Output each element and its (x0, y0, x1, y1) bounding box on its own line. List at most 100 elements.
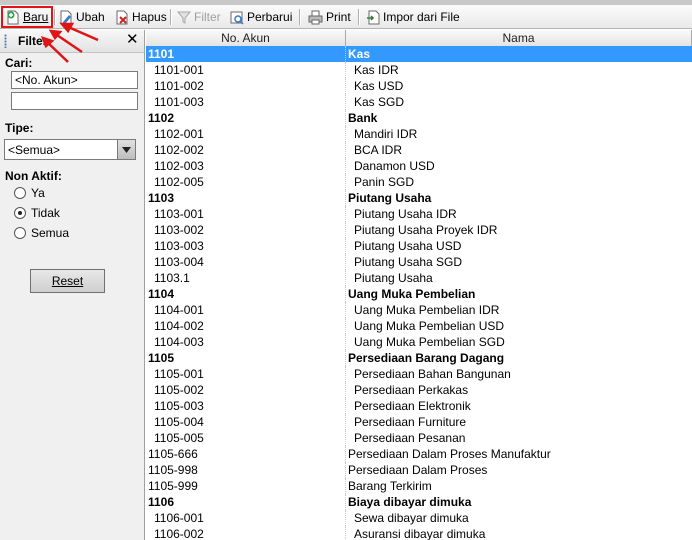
impor-label: Impor dari File (383, 10, 460, 24)
tipe-select[interactable]: <Semua> (4, 139, 136, 160)
table-row[interactable]: 1101-002 Kas USD (146, 78, 692, 94)
column-divider (345, 302, 346, 318)
cell-no-akun: 1105-004 (154, 415, 204, 429)
printer-icon (308, 10, 323, 25)
column-divider (345, 238, 346, 254)
radio-circle[interactable] (14, 187, 26, 199)
column-divider (345, 142, 346, 158)
column-divider (345, 318, 346, 334)
cell-no-akun: 1105 (148, 351, 175, 365)
cell-no-akun: 1101-001 (154, 63, 204, 77)
column-header-no-akun[interactable]: No. Akun (146, 30, 346, 46)
baru-highlight-box (1, 6, 53, 28)
cell-no-akun: 1102-005 (154, 175, 204, 189)
table-row[interactable]: 1104 Uang Muka Pembelian (146, 286, 692, 302)
radio-semua[interactable]: Semua (14, 226, 69, 240)
table-row[interactable]: 1103-002 Piutang Usaha Proyek IDR (146, 222, 692, 238)
cell-no-akun: 1105-002 (154, 383, 204, 397)
print-button[interactable]: Print (308, 7, 351, 27)
perbarui-button[interactable]: Perbarui (230, 7, 292, 27)
filter-panel: Filter ✕ Cari: <No. Akun> Tipe: <Semua> … (0, 30, 145, 540)
table-row[interactable]: 1106-002 Asuransi dibayar dimuka (146, 526, 692, 540)
cell-no-akun: 1105-005 (154, 431, 204, 445)
cell-no-akun: 1106-001 (154, 511, 204, 525)
radio-tidak-label: Tidak (31, 206, 60, 220)
cell-no-akun: 1101-003 (154, 95, 204, 109)
table-row[interactable]: 1105-998 Persediaan Dalam Proses (146, 462, 692, 478)
column-header-nama[interactable]: Nama (346, 30, 692, 46)
column-divider (345, 270, 346, 286)
hapus-button[interactable]: Hapus (115, 7, 167, 27)
cell-nama: Sewa dibayar dimuka (354, 511, 469, 525)
table-row[interactable]: 1102-005 Panin SGD (146, 174, 692, 190)
ubah-button[interactable]: Ubah (59, 7, 105, 27)
table-row[interactable]: 1105-001 Persediaan Bahan Bangunan (146, 366, 692, 382)
dropdown-button[interactable] (117, 140, 135, 159)
filter-title: Filter (18, 34, 48, 48)
cari-account-input[interactable]: <No. Akun> (11, 71, 138, 89)
table-row[interactable]: 1105 Persediaan Barang Dagang (146, 350, 692, 366)
table-row[interactable]: 1103-003 Piutang Usaha USD (146, 238, 692, 254)
toolbar-separator (358, 9, 360, 25)
table-row[interactable]: 1106-001 Sewa dibayar dimuka (146, 510, 692, 526)
column-divider (345, 62, 346, 78)
cell-no-akun: 1102-002 (154, 143, 204, 157)
cari-name-input[interactable] (11, 92, 138, 110)
cell-nama: Persediaan Elektronik (354, 399, 471, 413)
close-icon[interactable]: ✕ (126, 32, 139, 48)
impor-button[interactable]: Impor dari File (366, 7, 460, 27)
reset-button[interactable]: Reset (30, 269, 105, 293)
table-row[interactable]: 1105-005 Persediaan Pesanan (146, 430, 692, 446)
cell-nama: BCA IDR (354, 143, 403, 157)
radio-circle-checked[interactable] (14, 207, 26, 219)
cell-nama: Piutang Usaha SGD (354, 255, 463, 269)
table-row[interactable]: 1105-999 Barang Terkirim (146, 478, 692, 494)
table-row[interactable]: 1102 Bank (146, 110, 692, 126)
cell-nama: Persediaan Bahan Bangunan (354, 367, 511, 381)
table-row[interactable]: 1103-004 Piutang Usaha SGD (146, 254, 692, 270)
table-row[interactable]: 1102-002 BCA IDR (146, 142, 692, 158)
cell-no-akun: 1104 (148, 287, 175, 301)
cell-no-akun: 1101-002 (154, 79, 204, 93)
radio-tidak[interactable]: Tidak (14, 206, 60, 220)
table-row[interactable]: 1106 Biaya dibayar dimuka (146, 494, 692, 510)
grid-rows: 1101 Kas 1101-001 Kas IDR 1101-002 Kas USD 110… (146, 46, 692, 540)
table-row[interactable]: 1105-004 Persediaan Furniture (146, 414, 692, 430)
cell-nama: Persediaan Dalam Proses (348, 463, 488, 477)
grid-header: No. Akun Nama (146, 30, 692, 47)
table-row[interactable]: 1103.1 Piutang Usaha (146, 270, 692, 286)
table-row[interactable]: 1103-001 Piutang Usaha IDR (146, 206, 692, 222)
column-divider (345, 526, 346, 540)
table-row[interactable]: 1104-002 Uang Muka Pembelian USD (146, 318, 692, 334)
table-row[interactable]: 1105-003 Persediaan Elektronik (146, 398, 692, 414)
radio-ya[interactable]: Ya (14, 186, 45, 200)
cell-no-akun: 1104-001 (154, 303, 204, 317)
edit-document-icon (59, 10, 73, 25)
radio-circle[interactable] (14, 227, 26, 239)
table-row[interactable]: 1104-003 Uang Muka Pembelian SGD (146, 334, 692, 350)
cell-nama: Uang Muka Pembelian USD (354, 319, 505, 333)
column-divider (345, 494, 346, 510)
cell-no-akun: 1104-002 (154, 319, 204, 333)
column-divider (345, 78, 346, 94)
cell-nama: Kas SGD (354, 95, 405, 109)
cell-no-akun: 1103-001 (154, 207, 204, 221)
table-row[interactable]: 1105-002 Persediaan Perkakas (146, 382, 692, 398)
table-row[interactable]: 1105-666 Persediaan Dalam Proses Manufakt… (146, 446, 692, 462)
column-divider (345, 350, 346, 366)
drag-grip-icon[interactable] (4, 34, 7, 48)
table-row[interactable]: 1104-001 Uang Muka Pembelian IDR (146, 302, 692, 318)
table-row[interactable]: 1103 Piutang Usaha (146, 190, 692, 206)
table-row[interactable]: 1102-003 Danamon USD (146, 158, 692, 174)
cell-nama: Piutang Usaha (354, 271, 433, 285)
table-row[interactable]: 1101 Kas (146, 46, 692, 62)
table-row[interactable]: 1101-001 Kas IDR (146, 62, 692, 78)
account-grid: No. Akun Nama 1101 Kas 1101-001 Kas IDR 1101… (146, 30, 692, 540)
table-row[interactable]: 1102-001 Mandiri IDR (146, 126, 692, 142)
radio-semua-label: Semua (31, 226, 70, 240)
filter-button[interactable]: Filter (177, 7, 221, 27)
refresh-icon (230, 10, 244, 25)
cell-nama: Kas USD (354, 79, 404, 93)
cell-nama: Mandiri IDR (354, 127, 418, 141)
table-row[interactable]: 1101-003 Kas SGD (146, 94, 692, 110)
